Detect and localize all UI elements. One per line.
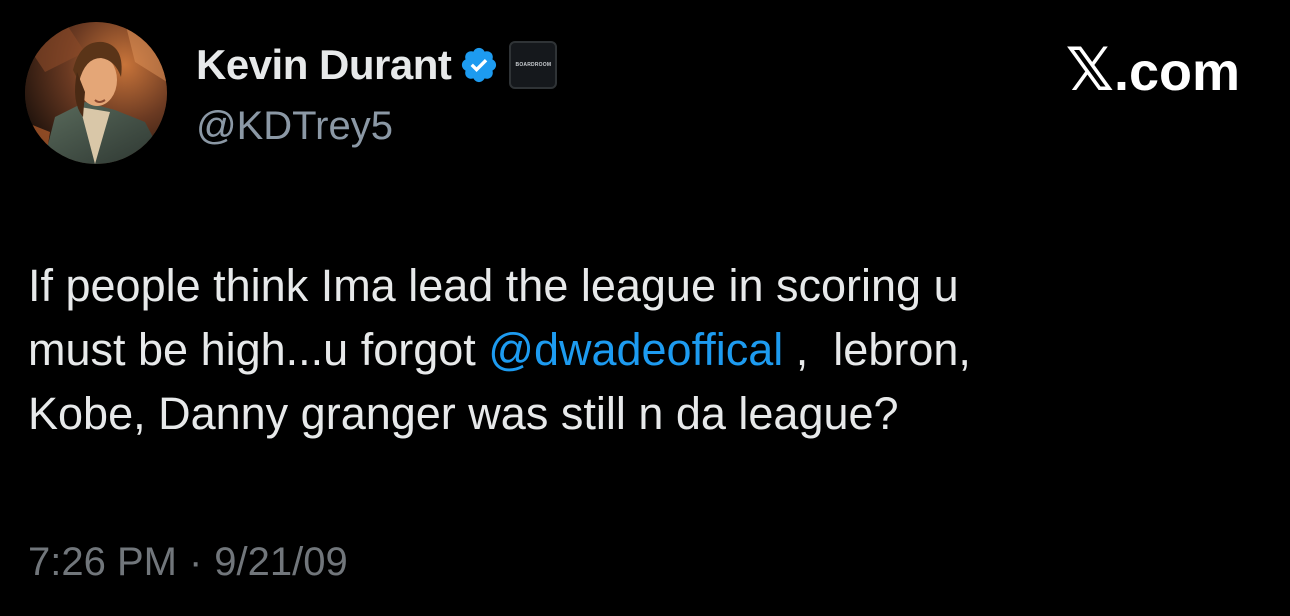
- author-name-row: Kevin Durant BOARDROOM: [196, 40, 558, 90]
- tweet-line: If people think Ima lead the league in s…: [28, 260, 959, 311]
- tweet-text-segment: must be high...u forgot: [28, 324, 489, 375]
- author-display-name[interactable]: Kevin Durant: [196, 41, 452, 89]
- mention-link[interactable]: @dwadeoffical: [488, 324, 783, 375]
- tweet-time: 7:26 PM: [28, 540, 177, 584]
- profile-photo-icon: [25, 22, 167, 164]
- tweet-date: 9/21/09: [214, 540, 348, 584]
- brand-logo: 𝕏 .com: [1066, 40, 1240, 100]
- brand-domain: .com: [1113, 42, 1240, 102]
- affiliate-badge[interactable]: BOARDROOM: [509, 41, 558, 89]
- tweet-text: If people think Ima lead the league in s…: [28, 254, 1248, 446]
- verified-badge-icon[interactable]: [459, 45, 499, 85]
- tweet-text-segment: , lebron,: [783, 324, 971, 375]
- meta-separator: ·: [188, 540, 203, 584]
- tweet-line: Kobe, Danny granger was still n da leagu…: [28, 388, 899, 439]
- tweet-line: must be high...u forgot @dwadeoffical , …: [28, 318, 1248, 382]
- tweet-timestamp[interactable]: 7:26 PM · 9/21/09: [28, 540, 348, 585]
- author-avatar[interactable]: [25, 22, 167, 164]
- x-logo-icon: 𝕏: [1065, 35, 1114, 105]
- author-handle[interactable]: @KDTrey5: [196, 104, 393, 149]
